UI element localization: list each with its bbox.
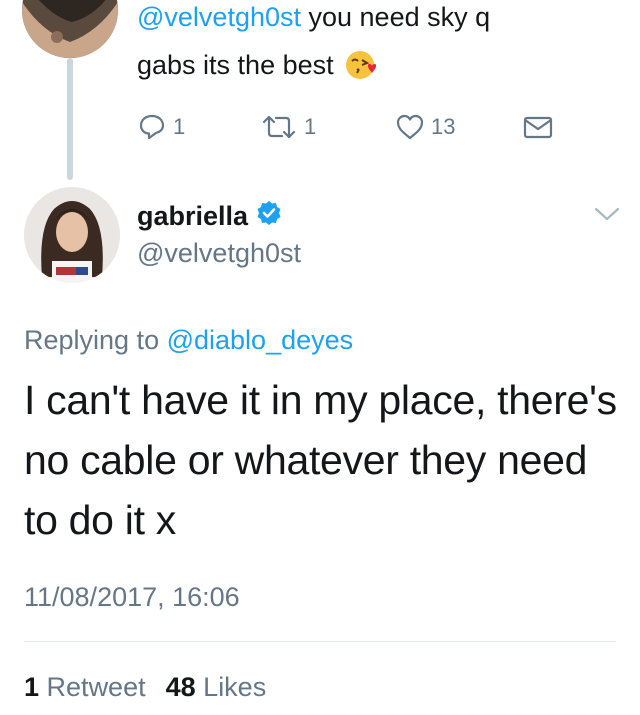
reply-text-part: you need sky q — [301, 2, 491, 32]
reply-tweet-line1: @velvetgh0st you need sky q — [137, 3, 490, 31]
kissing-heart-emoji-icon — [345, 50, 379, 80]
reply-author-avatar[interactable] — [22, 0, 118, 58]
reply-icon — [137, 112, 167, 142]
tweet-timestamp[interactable]: 11/08/2017, 16:06 — [24, 582, 240, 613]
replying-to: Replying to @diablo_deyes — [24, 325, 353, 356]
retweets-count: 1 — [24, 672, 40, 702]
verified-badge-icon — [256, 200, 282, 233]
author-handle[interactable]: @velvetgh0st — [137, 238, 301, 269]
reply-text-line2: gabs its the best — [137, 50, 334, 80]
divider — [24, 641, 616, 642]
chevron-down-icon[interactable] — [593, 204, 621, 229]
reply-tweet-line2: gabs its the best — [137, 50, 379, 80]
tweet-body: I can't have it in my place, there's no … — [24, 377, 617, 543]
author-name: gabriella — [137, 201, 249, 231]
likes-count: 48 — [165, 672, 196, 702]
like-count: 13 — [431, 114, 456, 139]
author-avatar[interactable] — [24, 187, 120, 283]
retweet-count: 1 — [304, 114, 317, 139]
reply-action[interactable]: 1 — [137, 112, 185, 142]
retweets-label: Retweet — [46, 672, 146, 702]
reply-mention-link[interactable]: @velvetgh0st — [137, 2, 301, 32]
likes-stat[interactable]: 48 Likes — [166, 672, 267, 703]
tweet-stats: 1 Retweet 48 Likes — [24, 672, 266, 703]
retweet-icon — [260, 112, 298, 142]
direct-message-action[interactable] — [522, 112, 554, 142]
retweet-action[interactable]: 1 — [260, 112, 316, 142]
replying-prefix: Replying to — [24, 325, 167, 355]
replying-mention-link[interactable]: @diablo_deyes — [167, 325, 354, 355]
reply-count: 1 — [173, 114, 186, 139]
thread-line — [67, 58, 73, 180]
like-action[interactable]: 13 — [395, 112, 455, 142]
author-name-row[interactable]: gabriella — [137, 200, 282, 233]
envelope-icon — [522, 112, 554, 142]
heart-icon — [395, 112, 425, 142]
retweets-stat[interactable]: 1 Retweet — [24, 672, 146, 703]
likes-label: Likes — [203, 672, 267, 702]
